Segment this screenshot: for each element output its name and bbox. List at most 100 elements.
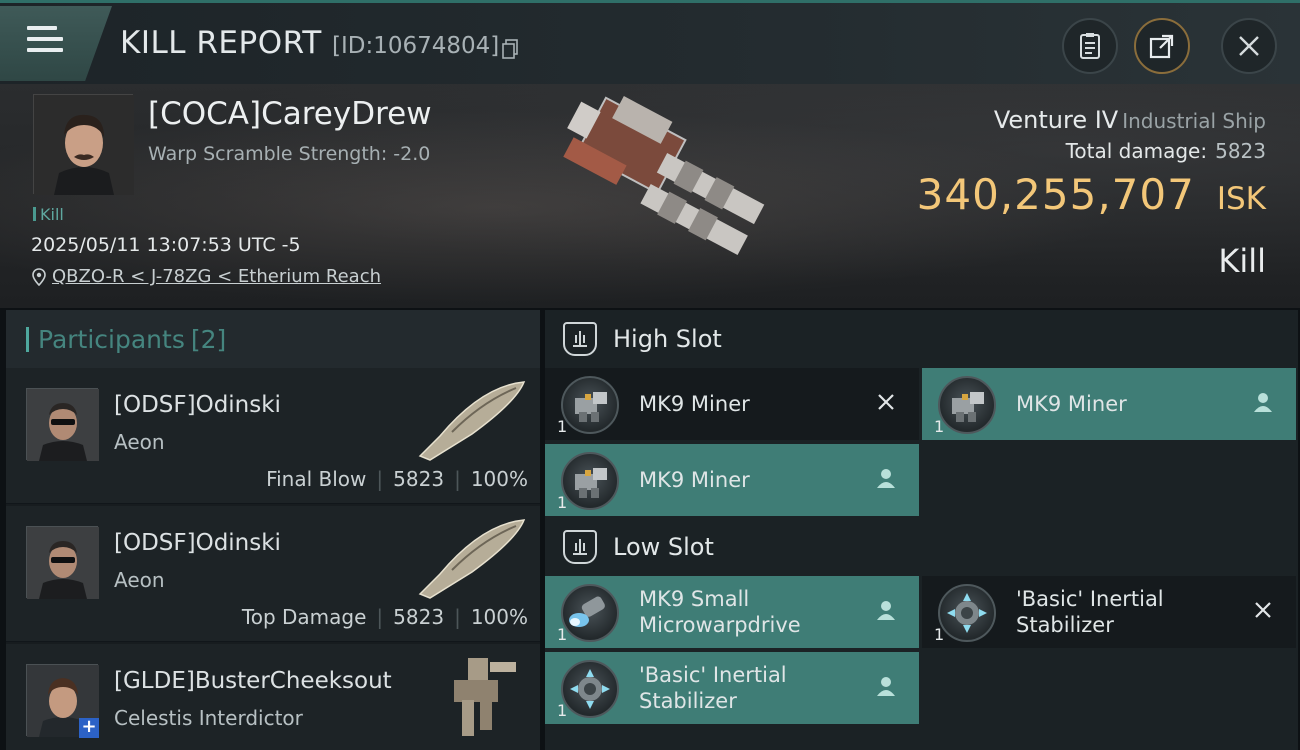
stats-separator: |: [376, 467, 384, 491]
result-label: Kill: [1218, 242, 1266, 280]
hamburger-menu-icon[interactable]: [27, 26, 63, 56]
participant-damage: 5823: [393, 605, 445, 629]
participant-percent: 100%: [470, 605, 528, 629]
participants-header-bar: [26, 326, 29, 352]
module-high-2[interactable]: 1 MK9 Miner: [922, 368, 1296, 440]
ship-name-text: Venture IV: [993, 106, 1119, 134]
victim-ship-image[interactable]: [525, 90, 775, 302]
microwarpdrive-module-icon: [561, 584, 619, 642]
module-low-1[interactable]: 1 MK9 Small Microwarpdrive: [545, 576, 919, 648]
participant-stats: Final Blow | 5823 | 100%: [266, 467, 528, 491]
high-slot-label: High Slot: [613, 325, 722, 353]
low-slot-label: Low Slot: [613, 533, 714, 561]
person-icon: [877, 677, 895, 696]
kill-tag: Kill: [33, 205, 64, 224]
isk-value: 340,255,707: [916, 170, 1195, 219]
module-quantity: 1: [934, 625, 945, 644]
report-id: [ID:10674804]: [332, 33, 500, 59]
destroyed-x-icon: [878, 394, 894, 410]
participant-ship-image: [418, 381, 526, 461]
person-icon: [877, 601, 895, 620]
isk-value-row: 340,255,707 ISK: [917, 170, 1266, 219]
inertial-stabilizer-module-icon: [561, 660, 619, 718]
participant-ship: Aeon: [114, 568, 165, 592]
copy-icon[interactable]: [502, 39, 518, 59]
clipboard-icon: [1080, 33, 1100, 59]
victim-banner: [COCA]CareyDrew Warp Scramble Strength: …: [0, 84, 1300, 308]
module-quantity: 1: [557, 493, 568, 512]
victim-portrait-image: [34, 95, 134, 195]
module-name-line2: Microwarpdrive: [639, 613, 801, 637]
participant-portrait-image: [27, 527, 99, 599]
module-name-line1: 'Basic' Inertial: [639, 663, 787, 687]
victim-name[interactable]: [COCA]CareyDrew: [148, 96, 432, 132]
location-link[interactable]: QBZO-R < J-78ZG < Etherium Reach: [52, 266, 381, 287]
participant-ship: Celestis Interdictor: [114, 706, 303, 730]
participant-name[interactable]: [ODSF]Odinski: [114, 530, 281, 556]
module-quantity: 1: [557, 417, 568, 436]
warp-scramble-strength: Warp Scramble Strength: -2.0: [148, 143, 431, 165]
isk-unit: ISK: [1216, 181, 1266, 217]
module-name: 'Basic' Inertial Stabilizer: [639, 662, 787, 714]
participant-portrait-image: [27, 389, 99, 461]
participant-avatar[interactable]: [26, 388, 99, 461]
high-slot-icon: [563, 322, 597, 356]
share-icon: [1149, 34, 1174, 59]
participant-ship: Aeon: [114, 430, 165, 454]
stats-separator: |: [376, 605, 384, 629]
participant-card[interactable]: [ODSF]Odinski Aeon Final Blow | 5823 | 1…: [6, 368, 540, 504]
close-icon: [1239, 36, 1259, 56]
module-high-1[interactable]: 1 MK9 Miner: [545, 368, 919, 440]
module-high-3[interactable]: 1 MK9 Miner: [545, 444, 919, 516]
total-damage-label: Total damage:: [1065, 139, 1208, 163]
ship-class: Industrial Ship: [1122, 109, 1266, 133]
location-pin-icon: [32, 267, 46, 286]
module-name: 'Basic' Inertial Stabilizer: [1016, 586, 1164, 638]
participant-name[interactable]: [ODSF]Odinski: [114, 392, 281, 418]
participant-avatar[interactable]: [26, 526, 99, 599]
participant-damage: 5823: [393, 467, 445, 491]
total-damage: Total damage: 5823: [1066, 139, 1266, 163]
total-damage-value: 5823: [1215, 139, 1266, 163]
participant-name[interactable]: [GLDE]BusterCheeksout: [114, 668, 392, 694]
module-name-line2: Stabilizer: [1016, 613, 1114, 637]
plus-badge-icon: +: [79, 718, 99, 738]
participants-panel: Participants [2] [ODSF]Odinski Aeon Fina…: [6, 310, 540, 750]
miner-module-icon: [938, 376, 996, 434]
share-button[interactable]: [1134, 18, 1190, 74]
module-name: MK9 Miner: [1016, 392, 1127, 416]
module-name: MK9 Miner: [639, 392, 750, 416]
module-quantity: 1: [934, 417, 945, 436]
participant-card[interactable]: [ODSF]Odinski Aeon Top Damage | 5823 | 1…: [6, 506, 540, 642]
participants-label: Participants: [38, 324, 185, 354]
fitting-panel: High Slot 1 MK9 Miner 1 MK9 Miner 1 MK9 …: [545, 310, 1298, 750]
participant-ship-image: [454, 658, 516, 736]
low-slot-header: Low Slot: [545, 518, 1298, 576]
module-name-line1: 'Basic' Inertial: [1016, 587, 1164, 611]
title-bar: KILL REPORT [ID:10674804]: [0, 0, 1300, 84]
participants-count: [2]: [190, 324, 227, 354]
person-icon: [1254, 393, 1272, 412]
participant-tag: Final Blow: [266, 467, 367, 491]
stats-separator: |: [454, 605, 461, 629]
participant-tag: Top Damage: [241, 605, 367, 629]
participant-percent: 100%: [470, 467, 528, 491]
destroyed-x-icon: [1255, 602, 1271, 618]
report-details-button[interactable]: [1062, 18, 1118, 74]
close-button[interactable]: [1221, 18, 1277, 74]
module-name: MK9 Miner: [639, 468, 750, 492]
module-low-3[interactable]: 1 'Basic' Inertial Stabilizer: [545, 652, 919, 724]
victim-ship-name: Venture IV Industrial Ship: [994, 106, 1266, 134]
low-slot-icon: [563, 530, 597, 564]
victim-avatar[interactable]: [33, 94, 134, 195]
high-slot-header: High Slot: [545, 310, 1298, 368]
participant-card[interactable]: + [GLDE]BusterCheeksout Celestis Interdi…: [6, 644, 540, 750]
kill-datetime: 2025/05/11 13:07:53 UTC -5: [31, 234, 301, 256]
participant-stats: Top Damage | 5823 | 100%: [242, 605, 528, 629]
module-low-2[interactable]: 1 'Basic' Inertial Stabilizer: [922, 576, 1296, 648]
module-quantity: 1: [557, 625, 568, 644]
module-quantity: 1: [557, 701, 568, 720]
participants-header[interactable]: Participants [2]: [6, 310, 540, 368]
module-name: MK9 Small Microwarpdrive: [639, 586, 801, 638]
kill-location[interactable]: QBZO-R < J-78ZG < Etherium Reach: [32, 266, 381, 287]
